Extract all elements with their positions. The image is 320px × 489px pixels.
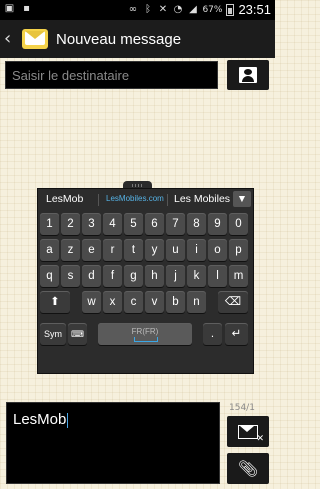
space-key[interactable]: FR(FR) [98,323,192,345]
notification-icon: ▪ [23,3,30,14]
suggestion-bar: LesMob LesMobiles.com Les Mobiles ▼ [38,189,253,211]
key-t[interactable]: t [124,239,143,261]
bluetooth-icon: ᛒ [144,4,151,15]
cursor-control-icon [134,337,158,342]
key-w[interactable]: w [82,291,101,313]
recipient-field[interactable] [5,61,218,89]
key-e[interactable]: e [82,239,101,261]
signal-icon: ◢ [189,4,197,15]
key-h[interactable]: h [145,265,164,287]
key-z[interactable]: z [61,239,80,261]
character-counter: 154/1 [229,403,255,413]
key-1[interactable]: 1 [40,213,59,235]
message-text-wrapper: LesMob [13,411,69,428]
message-text: LesMob [13,411,67,428]
key-v[interactable]: v [145,291,164,313]
action-bar: ‹ Nouveau message [0,20,275,58]
key-6[interactable]: 6 [145,213,164,235]
key-f[interactable]: f [103,265,122,287]
key-q[interactable]: q [40,265,59,287]
chevron-down-icon[interactable]: ▼ [233,191,251,207]
key-p[interactable]: p [229,239,248,261]
attach-button[interactable]: 📎︎ [227,453,269,484]
divider [167,194,168,206]
key-n[interactable]: n [187,291,206,313]
key-y[interactable]: y [145,239,164,261]
paperclip-icon: 📎︎ [237,459,259,478]
key-l[interactable]: l [208,265,227,287]
back-icon[interactable]: ‹ [4,20,18,58]
key-x[interactable]: x [103,291,122,313]
send-button[interactable] [227,416,269,447]
key-c[interactable]: c [124,291,143,313]
sym-key[interactable]: Sym [40,323,66,345]
voicemail-icon: ∞ [128,4,138,15]
recipient-input[interactable] [6,62,217,88]
key-9[interactable]: 9 [208,213,227,235]
key-o[interactable]: o [208,239,227,261]
battery-percent: 67% [202,4,223,15]
floating-keyboard: LesMob LesMobiles.com Les Mobiles ▼ 1 2 … [37,188,254,374]
key-j[interactable]: j [166,265,185,287]
key-u[interactable]: u [166,239,185,261]
send-envelope-icon [238,424,264,444]
key-i[interactable]: i [187,239,206,261]
key-d[interactable]: d [82,265,101,287]
key-2[interactable]: 2 [61,213,80,235]
key-7[interactable]: 7 [166,213,185,235]
punctuation-key[interactable]: . [203,323,222,345]
keyboard-settings-key[interactable]: ⌨ [68,323,87,345]
text-cursor [67,412,69,428]
message-input[interactable]: LesMob [6,402,220,484]
wifi-icon: ◔ [173,4,183,15]
shift-key[interactable]: ⬆ [40,291,70,313]
contact-icon [239,67,257,83]
enter-key[interactable]: ↵ [225,323,248,345]
key-0[interactable]: 0 [229,213,248,235]
key-4[interactable]: 4 [103,213,122,235]
key-a[interactable]: a [40,239,59,261]
mute-icon: ✕ [158,4,168,15]
key-5[interactable]: 5 [124,213,143,235]
suggestion-3[interactable]: Les Mobiles [174,193,230,205]
image-icon: ▣ [4,3,15,14]
page-title: Nouveau message [56,30,182,48]
key-3[interactable]: 3 [82,213,101,235]
backspace-key[interactable]: ⌫ [218,291,248,313]
suggestion-2[interactable]: LesMobiles.com [106,194,164,203]
key-m[interactable]: m [229,265,248,287]
clock: 23:51 [238,2,271,17]
key-r[interactable]: r [103,239,122,261]
status-bar: ▣ ▪ ∞ ᛒ ✕ ◔ ◢ 67% 23:51 [0,0,275,20]
key-8[interactable]: 8 [187,213,206,235]
key-b[interactable]: b [166,291,185,313]
add-contact-button[interactable] [227,60,269,90]
key-k[interactable]: k [187,265,206,287]
divider [98,194,99,206]
key-s[interactable]: s [61,265,80,287]
keyboard-icon: ⌨ [71,329,84,339]
language-label: FR(FR) [131,327,159,336]
suggestion-1[interactable]: LesMob [46,193,83,205]
messaging-app-icon [22,29,48,49]
key-g[interactable]: g [124,265,143,287]
battery-icon [226,3,235,16]
